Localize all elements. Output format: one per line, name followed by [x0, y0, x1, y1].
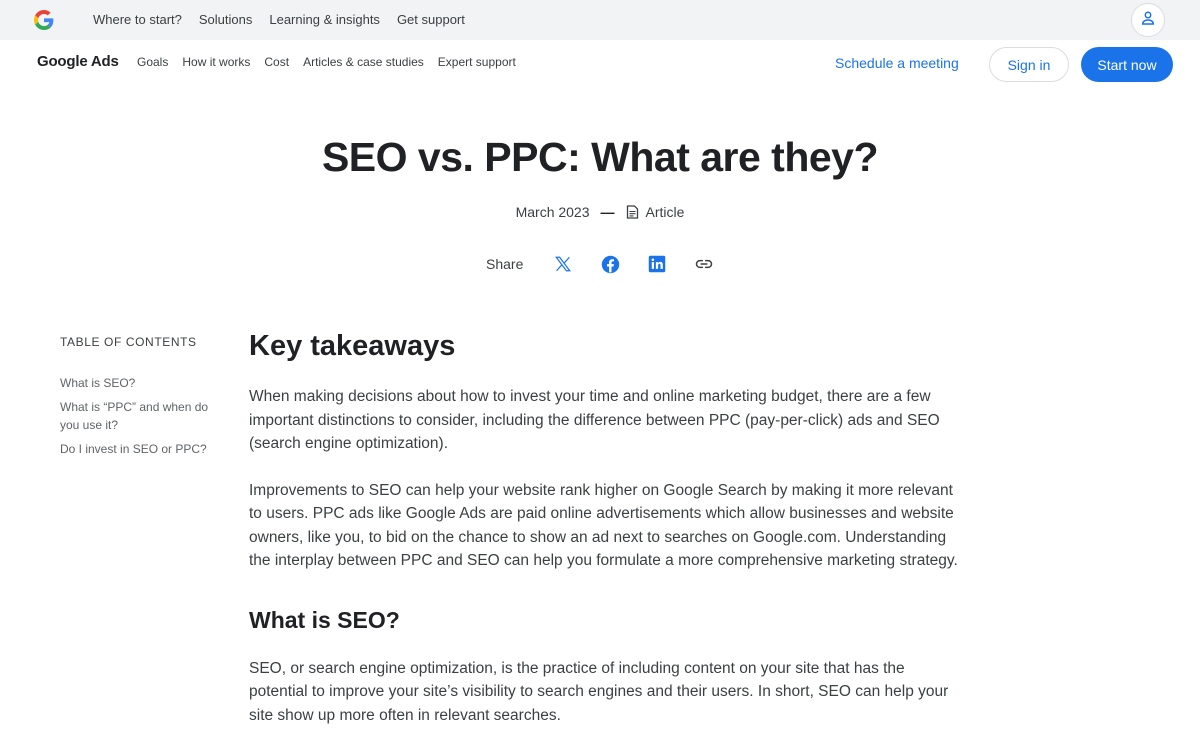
google-ads-logo[interactable]: Google Ads: [37, 53, 119, 70]
toc-item-what-is-seo[interactable]: What is SEO?: [60, 374, 210, 392]
document-icon: [626, 205, 639, 219]
toc-item-what-is-ppc[interactable]: What is “PPC” and when do you use it?: [60, 398, 210, 434]
person-icon: [1139, 9, 1157, 32]
nav-cost[interactable]: Cost: [264, 55, 289, 69]
nav-expert-support[interactable]: Expert support: [438, 55, 516, 69]
table-of-contents: TABLE OF CONTENTS What is SEO? What is “…: [60, 335, 210, 464]
start-now-button[interactable]: Start now: [1081, 47, 1173, 82]
utility-bar: Where to start? Solutions Learning & ins…: [0, 0, 1200, 40]
article-meta: March 2023 — Article: [0, 204, 1200, 220]
what-is-seo-heading: What is SEO?: [249, 606, 400, 633]
topnav-solutions[interactable]: Solutions: [199, 12, 252, 27]
article-date: March 2023: [515, 204, 590, 220]
sign-in-button[interactable]: Sign in: [989, 47, 1069, 82]
nav-articles-case-studies[interactable]: Articles & case studies: [303, 55, 424, 69]
page-title: SEO vs. PPC: What are they?: [321, 134, 879, 180]
nav-how-it-works[interactable]: How it works: [182, 55, 250, 69]
key-takeaways-heading: Key takeaways: [249, 330, 456, 362]
article-body: Key takeaways When making decisions abou…: [249, 330, 959, 750]
main-header: Google Ads Goals How it works Cost Artic…: [0, 40, 1200, 88]
linkedin-icon[interactable]: [647, 254, 667, 274]
toc-heading: TABLE OF CONTENTS: [60, 335, 197, 349]
account-button[interactable]: [1131, 3, 1165, 37]
meta-separator: —: [600, 204, 615, 220]
topnav-learning-insights[interactable]: Learning & insights: [269, 12, 380, 27]
article-type: Article: [645, 204, 685, 220]
article-paragraph: When making decisions about how to inves…: [249, 388, 940, 452]
schedule-meeting-link[interactable]: Schedule a meeting: [835, 55, 959, 71]
facebook-icon[interactable]: [600, 254, 620, 274]
topnav-get-support[interactable]: Get support: [397, 12, 465, 27]
x-icon[interactable]: [553, 254, 573, 274]
seo-paragraph: SEO, or search engine optimization, is t…: [249, 659, 949, 724]
toc-item-invest-seo-or-ppc[interactable]: Do I invest in SEO or PPC?: [60, 440, 210, 458]
topnav-where-to-start[interactable]: Where to start?: [93, 12, 182, 27]
utility-nav: Where to start? Solutions Learning & ins…: [93, 12, 482, 27]
share-bar: Share: [486, 254, 741, 274]
link-icon[interactable]: [694, 254, 714, 274]
google-logo-icon[interactable]: [34, 10, 54, 30]
main-nav: Goals How it works Cost Articles & case …: [137, 55, 530, 69]
article-paragraph: Improvements to SEO can help your websit…: [249, 481, 958, 570]
share-label: Share: [486, 256, 524, 272]
nav-goals[interactable]: Goals: [137, 55, 168, 69]
